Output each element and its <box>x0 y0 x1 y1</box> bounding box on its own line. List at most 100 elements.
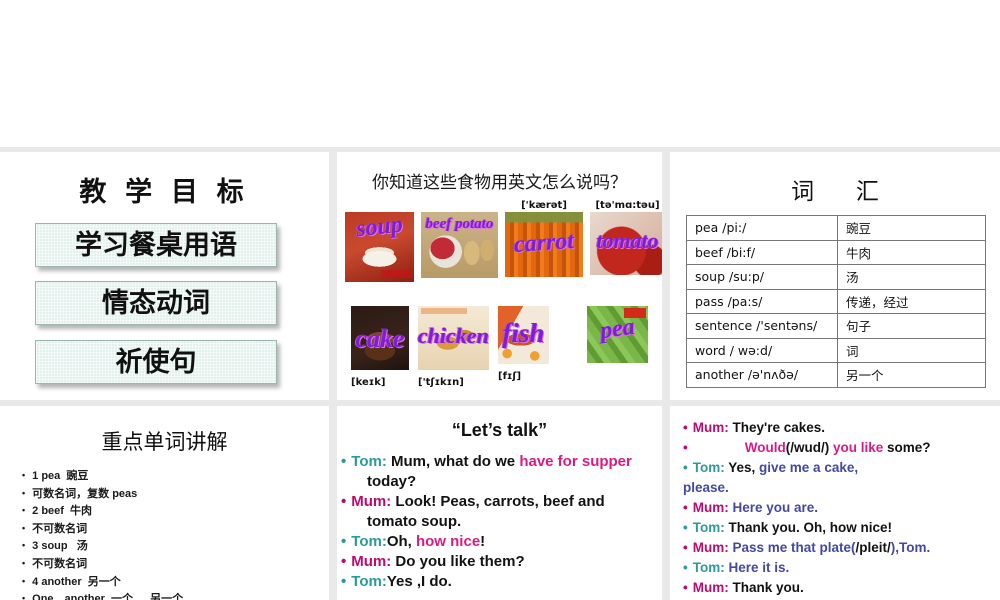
food-row-1: soup beef potato ['kærət] carrot [tə'mɑ:təu]… <box>345 199 662 282</box>
dialogue-text: Yes, <box>724 460 760 475</box>
panel-dialogue-2: • Mum: They're cakes. • Would(/wud/) you li… <box>670 406 1000 600</box>
keyword-item: • 4 another 另一个 <box>22 575 121 588</box>
dialogue-text: Mum: <box>692 420 729 435</box>
dialogue-line: • Tom:Oh, how nice! <box>341 532 641 552</box>
food-figure: [tə'mɑ:təu] tomato <box>590 199 662 275</box>
phonetic-label: ['kærət] <box>521 200 567 211</box>
bullet-icon: • <box>22 522 26 533</box>
dialogue-text: some? <box>883 440 931 455</box>
bullet-icon: • <box>683 500 688 515</box>
dialogue-text: Mum, what do we <box>386 453 520 470</box>
keyword-item: • 3 soup 汤 <box>22 540 88 553</box>
dialogue-text: Here it is. <box>724 560 790 575</box>
dialogue-text: (/wud/) <box>785 440 830 455</box>
phonetic-label: [fɪʃ] <box>498 371 522 382</box>
vocab-row: word / wə:d/词 <box>686 337 986 363</box>
dialogue-line: please. <box>683 478 995 498</box>
dialogue-text: Look! Peas, carrots, beef and tomato sou… <box>367 493 605 530</box>
vocab-row: pea /pi:/豌豆 <box>686 215 986 241</box>
bullet-icon: • <box>22 557 26 568</box>
food-figure: chicken ['tʃɪkɪn] <box>418 306 489 389</box>
food-figure: beef potato <box>421 199 498 278</box>
dialogue-text: ! <box>480 533 486 550</box>
food-word-overlay: chicken <box>418 322 489 348</box>
food-figure: fish [fɪʃ] <box>498 306 549 383</box>
bullet-icon: • <box>341 553 347 570</box>
dialogue-text: Do you like them? <box>391 553 525 570</box>
dialogue2-lines: • Mum: They're cakes. • Would(/wud/) you li… <box>683 418 995 598</box>
bullet-icon: • <box>22 593 26 600</box>
dialogue-text: Tom: <box>692 460 725 475</box>
watermark <box>381 270 411 278</box>
objective-box: 学习餐桌用语 <box>35 223 277 267</box>
dialogue-text: Tom. <box>899 540 931 555</box>
dialogue-text: Tom: <box>351 453 387 470</box>
objective-box: 情态动词 <box>35 281 277 325</box>
cake-photo: cake <box>351 306 409 370</box>
food-figure: soup <box>345 199 414 282</box>
dialogue-line: • Tom: Here it is. <box>683 558 995 578</box>
vocab-word-cell: another /ə'nʌðə/ <box>686 362 838 388</box>
food-figure: ['kærət] carrot <box>505 199 583 277</box>
bullet-icon: • <box>683 560 688 575</box>
pea-photo: pea <box>587 306 648 363</box>
dialogue-text: Here you are. <box>728 500 819 515</box>
phonetic-label <box>587 369 648 382</box>
dialogue-text: Tom: <box>351 573 387 590</box>
dialogue-text: today? <box>367 473 417 490</box>
dialogue-line: • Tom: Mum, what do we have for supper to… <box>341 452 641 492</box>
objectives-boxes: 学习餐桌用语 情态动词 祈使句 <box>0 223 329 384</box>
keyword-item: • One…another 一个… 另一个 <box>22 590 329 600</box>
vocab-row: soup /su:p/汤 <box>686 264 986 290</box>
vocab-row: sentence /'sentəns/句子 <box>686 313 986 339</box>
dialogue-text: give me a cake, <box>759 460 859 475</box>
bullet-icon: • <box>22 505 26 516</box>
panel-foods: 你知道这些食物用英文怎么说吗？ soup beef potato ['kærət] c… <box>337 152 662 400</box>
dialogue-line: • Mum: Here you are. <box>683 498 995 518</box>
dialogue-text: Tom: <box>692 520 725 535</box>
talk-lines: • Tom: Mum, what do we have for supper to… <box>341 452 641 592</box>
bullet-icon: • <box>683 520 688 535</box>
vocab-row: pass /pa:s/传递，经过 <box>686 288 986 314</box>
bullet-icon: • <box>683 440 688 455</box>
keyword-item: • 不可数名词 <box>22 557 88 570</box>
vocab-meaning-cell: 另一个 <box>837 362 986 388</box>
dialogue-text: Pass me that plate( <box>728 540 856 555</box>
panel-vocab: 词 汇 pea /pi:/豌豆 beef /bi:f/牛肉 soup /su:p/汤… <box>670 152 1000 400</box>
bullet-icon: • <box>22 540 26 551</box>
beefpotato-photo: beef potato <box>421 212 498 278</box>
dialogue-text: Yes ,I do. <box>386 573 452 590</box>
vocab-word-cell: pass /pa:s/ <box>686 288 838 314</box>
vocab-meaning-cell: 传递，经过 <box>837 288 986 314</box>
dialogue-line: • Mum: Pass me that plate(/pleit/),Tom. <box>683 538 995 558</box>
watermark <box>624 308 646 318</box>
bullet-icon: • <box>341 453 347 470</box>
watermark <box>421 308 467 314</box>
fish-photo: fish <box>498 306 549 364</box>
food-word-overlay: carrot <box>513 228 575 259</box>
food-word-overlay: soup <box>354 211 405 243</box>
vocab-word-cell: word / wə:d/ <box>686 337 838 363</box>
keyword-item: • 2 beef 牛肉 <box>22 505 93 518</box>
dialogue-text: Would <box>744 440 786 455</box>
vocab-meaning-cell: 词 <box>837 337 986 363</box>
dialogue-text: Mum: <box>692 540 729 555</box>
keyword-item: • 1 pea 豌豆 <box>22 470 89 482</box>
dialogue-text: Tom: <box>692 560 725 575</box>
food-figure: pea <box>587 306 648 382</box>
phonetic-label: [keɪk] <box>351 377 386 388</box>
vocab-row: another /ə'nʌðə/另一个 <box>686 362 986 388</box>
top-margin <box>0 0 1000 147</box>
dialogue-text: please. <box>683 480 729 495</box>
soup-photo: soup <box>345 212 414 282</box>
bullet-icon: • <box>341 573 347 590</box>
dialogue-text: Mum: <box>351 493 392 510</box>
bullet-icon: • <box>341 533 347 550</box>
dialogue-line: • Tom: Thank you. Oh, how nice! <box>683 518 995 538</box>
vocab-meaning-cell: 牛肉 <box>837 239 986 265</box>
dialogue-text: Mum: <box>692 580 729 595</box>
dialogue-line: • Mum: Do you like them? <box>341 552 641 572</box>
food-word-overlay: fish <box>502 317 545 348</box>
objectives-title: 教 学 目 标 <box>79 177 250 207</box>
phonetic-label: [tə'mɑ:təu] <box>595 200 660 211</box>
